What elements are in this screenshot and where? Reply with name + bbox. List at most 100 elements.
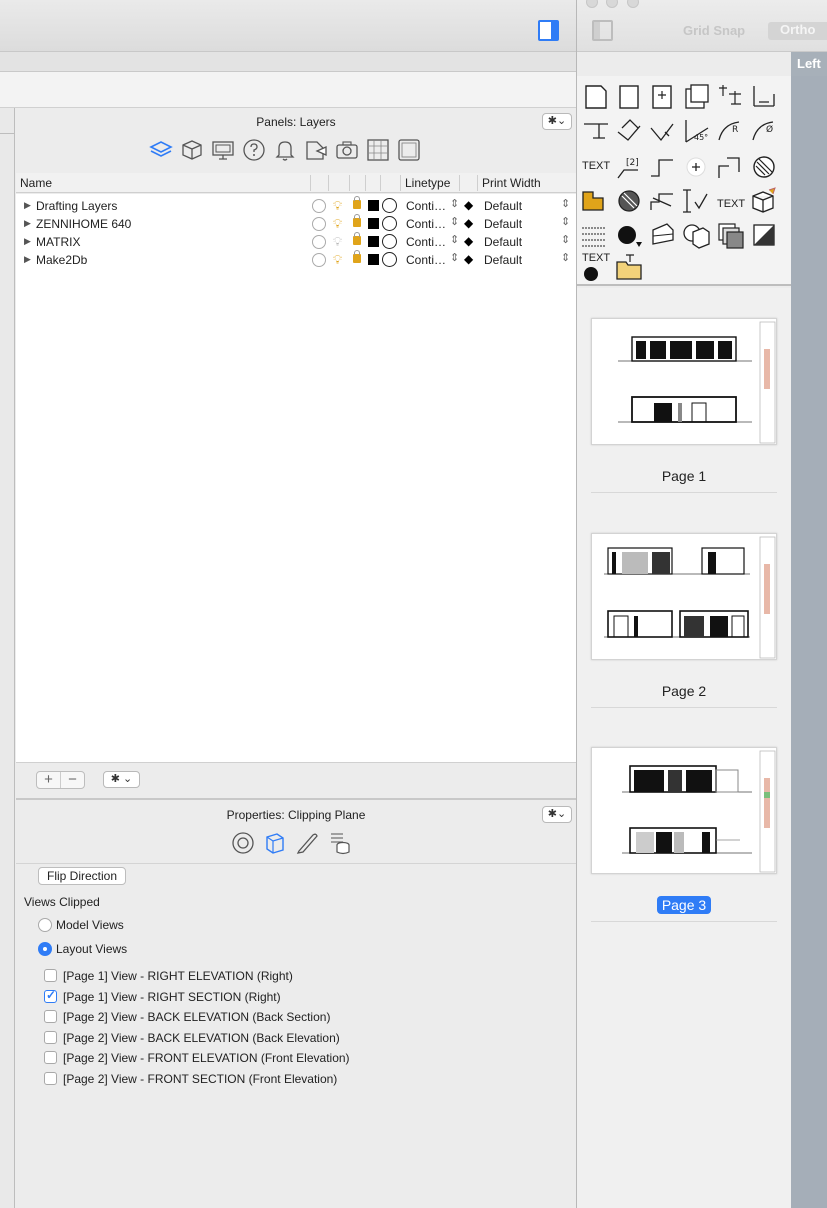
hatch-tool-icon[interactable] xyxy=(749,152,779,182)
radio-button-selected[interactable] xyxy=(38,942,52,956)
help-tab-icon[interactable] xyxy=(241,137,267,163)
sheet-tab-icon[interactable] xyxy=(396,137,422,163)
layer-row[interactable]: ▶ Drafting Layers 💡︎ Conti… ⇕ ◆ Default … xyxy=(16,196,576,215)
left-gutter-tab[interactable] xyxy=(0,108,15,134)
print-width-value[interactable]: Default xyxy=(484,253,522,267)
left-view-tab[interactable]: Left xyxy=(791,52,827,76)
zoom-window-icon[interactable] xyxy=(627,0,639,8)
radio-button[interactable] xyxy=(38,918,52,932)
layers-tab-icon[interactable] xyxy=(148,137,174,163)
fill-shape-tool-icon[interactable] xyxy=(579,186,609,216)
pen-swatch-icon[interactable] xyxy=(382,234,397,249)
radial-dimension-tool-icon[interactable]: R xyxy=(715,116,745,146)
print-width-stepper-icon[interactable]: ⇕ xyxy=(561,197,570,210)
column-linetype[interactable]: Linetype xyxy=(405,176,450,190)
disclosure-triangle-icon[interactable]: ▶ xyxy=(24,254,31,265)
remove-layer-button[interactable]: − xyxy=(61,772,84,788)
print-width-stepper-icon[interactable]: ⇕ xyxy=(561,215,570,228)
schedule-tool-icon[interactable] xyxy=(579,220,609,250)
layers-footer-gear-button[interactable]: ✱ ⌄ xyxy=(103,771,140,788)
vertical-dimension-tool-icon[interactable] xyxy=(581,116,611,146)
column-print-width[interactable]: Print Width xyxy=(482,176,541,190)
leader-tool-icon[interactable] xyxy=(647,152,677,182)
checkbox[interactable] xyxy=(44,1051,57,1064)
close-window-icon[interactable] xyxy=(586,0,598,8)
page-3-thumbnail[interactable] xyxy=(591,747,777,874)
linetype-value[interactable]: Conti… xyxy=(406,199,446,213)
disclosure-triangle-icon[interactable]: ▶ xyxy=(24,236,31,247)
check-dimension-tool-icon[interactable] xyxy=(681,186,711,216)
records-tab-icon[interactable] xyxy=(326,830,352,856)
visibility-icon[interactable] xyxy=(312,199,326,213)
linetype-value[interactable]: Conti… xyxy=(406,253,446,267)
diameter-dimension-tool-icon[interactable]: Ø xyxy=(749,116,779,146)
layer-row[interactable]: ▶ Make2Db 💡︎ Conti… ⇕ ◆ Default ⇕ xyxy=(16,250,576,269)
sidebar-toggle-icon[interactable] xyxy=(592,20,613,41)
fill-swatch-icon[interactable] xyxy=(368,200,379,211)
print-width-value[interactable]: Default xyxy=(484,217,522,231)
stack-layers-tool-icon[interactable] xyxy=(715,220,745,250)
sheet-tool-icon[interactable] xyxy=(581,82,611,112)
callout-tool-icon[interactable]: [2] xyxy=(614,152,644,182)
stair-tool-icon[interactable] xyxy=(647,186,677,216)
lock-icon[interactable] xyxy=(353,232,361,245)
layers-gear-menu-button[interactable]: ✱⌄ xyxy=(542,113,572,130)
print-width-value[interactable]: Default xyxy=(484,199,522,213)
text-leader-tool-icon[interactable]: TEXT xyxy=(715,186,745,216)
blank-page-tool-icon[interactable] xyxy=(614,82,644,112)
layer-row[interactable]: ▶ MATRIX 💡︎ Conti… ⇕ ◆ Default ⇕ xyxy=(16,232,576,251)
checkbox[interactable] xyxy=(44,1010,57,1023)
dimension-tool-icon[interactable] xyxy=(715,82,745,112)
pen-swatch-icon[interactable] xyxy=(382,216,397,231)
flip-direction-button[interactable]: Flip Direction xyxy=(38,867,127,885)
checkbox[interactable] xyxy=(44,1031,57,1044)
lock-icon[interactable] xyxy=(353,214,361,227)
render-tab-icon[interactable] xyxy=(262,830,288,856)
shape-tab-icon[interactable] xyxy=(230,830,256,856)
ortho-button[interactable]: Ortho xyxy=(768,22,827,40)
sidebar-toggle-icon[interactable] xyxy=(538,20,559,41)
pen-swatch-icon[interactable] xyxy=(382,252,397,267)
solid-intersect-tool-icon[interactable] xyxy=(681,220,711,250)
3d-object-tool-icon[interactable] xyxy=(749,186,779,216)
bulb-icon[interactable]: 💡︎ xyxy=(333,252,342,268)
pen-swatch-icon[interactable] xyxy=(382,198,397,213)
chain-dimension-tool-icon[interactable] xyxy=(749,82,779,112)
layer-row[interactable]: ▶ ZENNIHOME 640 💡︎ Conti… ⇕ ◆ Default ⇕ xyxy=(16,214,576,233)
grid-tab-icon[interactable] xyxy=(365,137,391,163)
lock-icon[interactable] xyxy=(353,196,361,209)
fill-swatch-icon[interactable] xyxy=(368,236,379,247)
properties-gear-menu-button[interactable]: ✱⌄ xyxy=(542,806,572,823)
viewports-tab-icon[interactable] xyxy=(210,137,236,163)
sheet-layers-tab-icon[interactable] xyxy=(303,137,329,163)
add-layer-button[interactable]: + xyxy=(37,772,60,788)
angle-45-tool-icon[interactable]: 45° xyxy=(682,116,712,146)
page-1-thumbnail[interactable] xyxy=(591,318,777,445)
page-2-thumbnail[interactable] xyxy=(591,533,777,660)
page-3-label[interactable]: Page 3 xyxy=(577,896,791,914)
linetype-value[interactable]: Conti… xyxy=(406,217,446,231)
printer-tool-icon[interactable] xyxy=(647,220,677,250)
checkbox[interactable] xyxy=(44,1072,57,1085)
lock-icon[interactable] xyxy=(353,250,361,263)
disclosure-triangle-icon[interactable]: ▶ xyxy=(24,218,31,229)
section-marker-tool-icon[interactable] xyxy=(715,152,745,182)
print-width-value[interactable]: Default xyxy=(484,235,522,249)
gradient-tool-icon[interactable] xyxy=(749,220,779,250)
bulb-off-icon[interactable]: 💡︎ xyxy=(333,234,342,250)
fill-swatch-icon[interactable] xyxy=(368,254,379,265)
visibility-icon[interactable] xyxy=(312,253,326,267)
page-1-label[interactable]: Page 1 xyxy=(577,468,791,484)
grid-snap-button[interactable]: Grid Snap xyxy=(683,23,745,38)
print-width-stepper-icon[interactable]: ⇕ xyxy=(561,233,570,246)
import-folder-tool-icon[interactable] xyxy=(614,252,644,282)
checkbox-checked[interactable] xyxy=(44,988,57,1003)
linetype-stepper-icon[interactable]: ⇕ xyxy=(450,251,459,264)
fill-swatch-icon[interactable] xyxy=(368,218,379,229)
visibility-icon[interactable] xyxy=(312,217,326,231)
saved-views-tab-icon[interactable] xyxy=(334,137,360,163)
print-width-stepper-icon[interactable]: ⇕ xyxy=(561,251,570,264)
linetype-stepper-icon[interactable]: ⇕ xyxy=(450,215,459,228)
angular-dimension-tool-icon[interactable] xyxy=(614,116,644,146)
data-tab-icon[interactable] xyxy=(294,830,320,856)
